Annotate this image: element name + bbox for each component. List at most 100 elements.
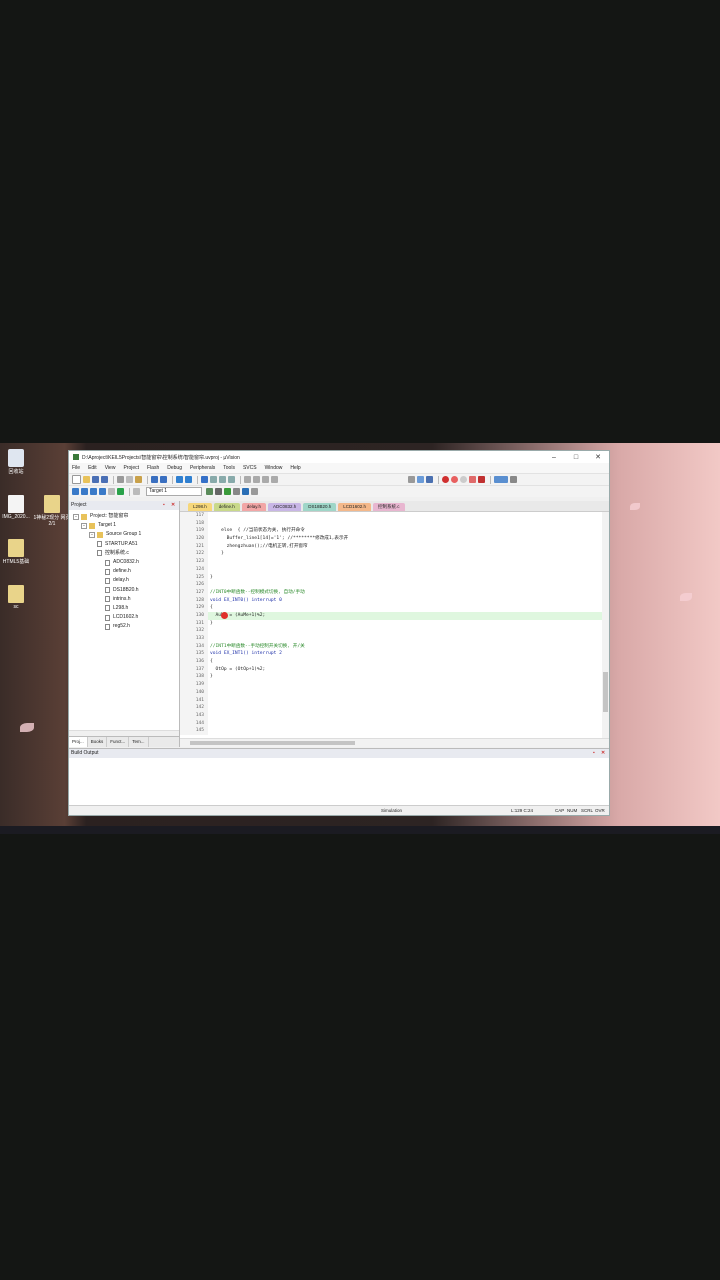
recycle-bin-icon[interactable]: 回收站: [0, 449, 36, 475]
code-line[interactable]: 140: [180, 688, 602, 697]
tree-item[interactable]: reg52.h: [73, 622, 179, 631]
code-line[interactable]: 120 Buffer_line1[14]='1'; //********修改成1…: [180, 535, 602, 543]
nav-back-icon[interactable]: [176, 476, 183, 483]
code-line[interactable]: 119 else { //当前状态为关, 执行开命令: [180, 527, 602, 536]
folder-icon[interactable]: HTML5基础: [0, 539, 36, 565]
code-line[interactable]: 145: [180, 727, 602, 735]
collapse-icon[interactable]: −: [89, 531, 95, 538]
save-icon[interactable]: [92, 476, 99, 483]
rebuild-icon[interactable]: [90, 488, 97, 495]
close-button[interactable]: ✕: [587, 453, 609, 461]
breakpoint-disable-icon[interactable]: [460, 476, 467, 483]
manage-project-icon[interactable]: [215, 488, 222, 495]
target-select[interactable]: Target 1: [146, 487, 202, 496]
menu-window[interactable]: Window: [265, 465, 283, 471]
menu-project[interactable]: Project: [123, 465, 139, 471]
menu-help[interactable]: Help: [290, 465, 300, 471]
tree-item[interactable]: 控制系统.c: [73, 549, 179, 558]
menu-tools[interactable]: Tools: [223, 465, 235, 471]
pin-icon[interactable]: ▪: [163, 501, 171, 510]
tree-item[interactable]: ADC0832.h: [73, 558, 179, 567]
code-line[interactable]: 129{: [180, 604, 602, 612]
code-line[interactable]: 131}: [180, 619, 602, 628]
configure-icon[interactable]: [510, 476, 517, 483]
pane-tab[interactable]: Tem...: [129, 737, 149, 747]
code-line[interactable]: 123: [180, 558, 602, 566]
editor-tab[interactable]: DS18B20.h: [303, 503, 337, 511]
code-line[interactable]: 141: [180, 696, 602, 705]
menu-debug[interactable]: Debug: [167, 465, 182, 471]
tree-item[interactable]: STARTUP.A51: [73, 540, 179, 549]
collapse-icon[interactable]: −: [73, 513, 79, 520]
bookmark-prev-icon[interactable]: [210, 476, 217, 483]
tree-item[interactable]: − Project: 智能窗帘: [73, 512, 179, 521]
tree-item[interactable]: L298.h: [73, 604, 179, 613]
menu-svcs[interactable]: SVCS: [243, 465, 257, 471]
breakpoint-kill-icon[interactable]: [469, 476, 476, 483]
close-pane-icon[interactable]: ✕: [601, 749, 609, 758]
code-line[interactable]: 128 void EX_INT0() interrupt 0: [180, 596, 602, 605]
download-icon[interactable]: [117, 488, 124, 495]
copy-icon[interactable]: [126, 476, 133, 483]
pin-icon[interactable]: ▪: [593, 749, 601, 758]
code-line[interactable]: 142: [180, 704, 602, 712]
pane-tab[interactable]: Proj...: [69, 737, 88, 747]
uncomment-icon[interactable]: [271, 476, 278, 483]
code-area[interactable]: 117 118 119 else { //当前状态为关, 执行开命令 120 Buff…: [180, 512, 602, 738]
tree-item[interactable]: DS18B20.h: [73, 586, 179, 595]
pane-tab[interactable]: Funct...: [107, 737, 130, 747]
select-packs-icon[interactable]: [233, 488, 240, 495]
menu-edit[interactable]: Edit: [88, 465, 97, 471]
editor-tab[interactable]: define.h: [213, 503, 240, 511]
collapse-icon[interactable]: −: [81, 522, 87, 529]
code-line[interactable]: 118: [180, 519, 602, 528]
find-icon[interactable]: [417, 476, 424, 483]
tree-item[interactable]: delay.h: [73, 576, 179, 585]
manage-rte-icon[interactable]: [242, 488, 249, 495]
code-line[interactable]: 133: [180, 635, 602, 643]
tree-item[interactable]: define.h: [73, 567, 179, 576]
code-line[interactable]: 132: [180, 627, 602, 635]
find-in-files-icon[interactable]: [408, 476, 415, 483]
code-line[interactable]: 122 }: [180, 550, 602, 559]
translate-icon[interactable]: [72, 488, 79, 495]
code-line[interactable]: 143: [180, 711, 602, 720]
build-icon[interactable]: [81, 488, 88, 495]
editor-hscrollbar[interactable]: [180, 738, 609, 747]
pack-installer-icon[interactable]: [224, 488, 231, 495]
code-line[interactable]: 121 zhengzhuan();//电机正转,打开窗帘: [180, 542, 602, 551]
code-line[interactable]: 135 void EX_INT1() interrupt 2: [180, 650, 602, 659]
batch-build-icon[interactable]: [99, 488, 106, 495]
redo-icon[interactable]: [160, 476, 167, 483]
code-line[interactable]: 137 OtOp = (OtOp+1)%2;: [180, 665, 602, 674]
code-line[interactable]: 124: [180, 565, 602, 574]
menu-view[interactable]: View: [105, 465, 116, 471]
comment-icon[interactable]: [262, 476, 269, 483]
code-line[interactable]: 126: [180, 581, 602, 589]
bookmark-clear-icon[interactable]: [228, 476, 235, 483]
editor-vscrollbar[interactable]: [602, 512, 609, 738]
nav-forward-icon[interactable]: [185, 476, 192, 483]
code-line[interactable]: 127//INT0中断函数--控制模式切换, 自动/手动: [180, 588, 602, 597]
folder-icon[interactable]: 1神秘2现分 网页2/1: [32, 495, 72, 527]
code-line[interactable]: 138}: [180, 673, 602, 682]
paste-icon[interactable]: [135, 476, 142, 483]
incremental-find-icon[interactable]: [426, 476, 433, 483]
bookmark-icon[interactable]: [201, 476, 208, 483]
tree-item[interactable]: LCD1602.h: [73, 613, 179, 622]
code-line[interactable]: 139: [180, 681, 602, 689]
editor-tab[interactable]: 控制系统.c: [373, 503, 405, 511]
stop-build-icon[interactable]: [108, 488, 115, 495]
tree-item[interactable]: − Source Group 1: [73, 530, 179, 539]
image-file-icon[interactable]: IMG_2020...: [0, 495, 36, 520]
bookmark-next-icon[interactable]: [219, 476, 226, 483]
debug-start-icon[interactable]: [442, 476, 449, 483]
undo-icon[interactable]: [151, 476, 158, 483]
menu-peripherals[interactable]: Peripherals: [190, 465, 215, 471]
breakpoint-kill-all-icon[interactable]: [478, 476, 485, 483]
tree-item[interactable]: intrins.h: [73, 595, 179, 604]
indent-icon[interactable]: [244, 476, 251, 483]
editor-tab[interactable]: ADC0832.h: [267, 503, 302, 511]
code-line[interactable]: 125}: [180, 573, 602, 582]
code-line[interactable]: 117: [180, 512, 602, 520]
